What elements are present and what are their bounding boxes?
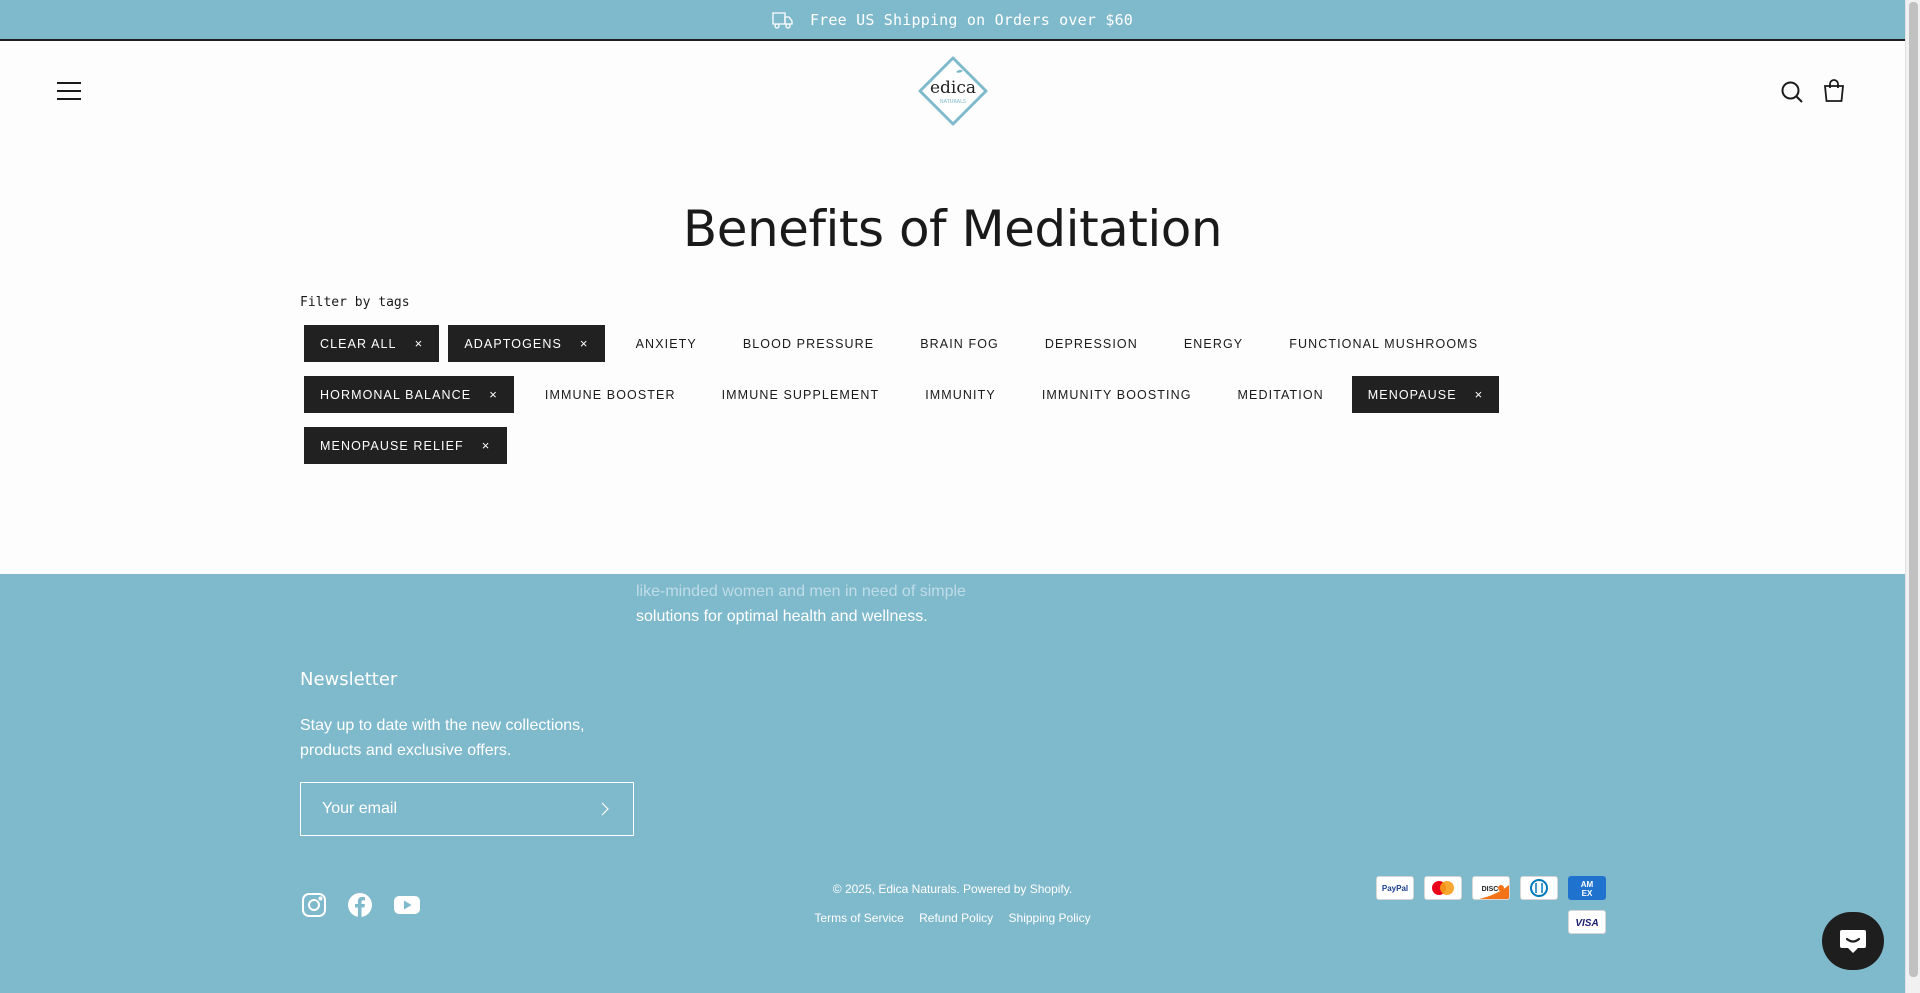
chat-icon (1840, 930, 1866, 953)
discover-icon: DISC (1472, 876, 1510, 900)
tag-brain-fog[interactable]: BRAIN FOG (904, 325, 1015, 362)
svg-text:VISA: VISA (1575, 918, 1598, 929)
bag-icon[interactable] (1822, 79, 1846, 103)
close-icon: × (1474, 387, 1484, 402)
tag-hormonal-balance[interactable]: HORMONAL BALANCE × (304, 376, 514, 413)
copyright: © 2025, Edica Naturals. Powered by Shopi… (832, 882, 1073, 896)
tag-immune-supplement[interactable]: IMMUNE SUPPLEMENT (706, 376, 896, 413)
newsletter-title: Newsletter (300, 669, 398, 690)
visa-icon: VISA (1568, 910, 1606, 934)
svg-text:edica: edica (930, 78, 976, 98)
tag-functional-mushrooms[interactable]: FUNCTIONAL MUSHROOMS (1273, 325, 1494, 362)
tag-row-3: MENOPAUSE RELIEF × (300, 427, 1480, 464)
tag-blood-pressure[interactable]: BLOOD PRESSURE (727, 325, 890, 362)
tag-immunity-boosting[interactable]: IMMUNITY BOOSTING (1026, 376, 1208, 413)
svg-text:DISC: DISC (1482, 886, 1499, 893)
tag-menopause-relief[interactable]: MENOPAUSE RELIEF × (304, 427, 507, 464)
tag-row-2: HORMONAL BALANCE × IMMUNE BOOSTER IMMUNE … (300, 376, 1500, 413)
refund-policy-link[interactable]: Refund Policy (919, 911, 993, 925)
scrollbar[interactable] (1905, 0, 1920, 993)
site-header: edica NATURALS (0, 43, 1905, 140)
chat-button[interactable] (1822, 912, 1884, 970)
tag-filter-list: CLEAR ALL × ADAPTOGENS × ANXIETY BLOOD PRE… (300, 325, 1500, 478)
shipping-policy-link[interactable]: Shipping Policy (1009, 911, 1091, 925)
search-icon[interactable] (1780, 80, 1804, 104)
svg-text:PayPal: PayPal (1382, 884, 1408, 893)
tag-adaptogens[interactable]: ADAPTOGENS × (448, 325, 605, 362)
close-icon: × (414, 336, 424, 351)
newsletter-text: Stay up to date with the new collections… (300, 717, 585, 759)
mastercard-icon (1424, 876, 1462, 900)
tag-menopause[interactable]: MENOPAUSE × (1351, 376, 1500, 413)
svg-text:AM: AM (1581, 880, 1594, 889)
svg-text:EX: EX (1582, 889, 1593, 898)
clear-all-tags-button[interactable]: CLEAR ALL × (304, 325, 440, 362)
tag-immunity[interactable]: IMMUNITY (909, 376, 1012, 413)
site-footer: like-minded women and men in need of sim… (0, 574, 1905, 993)
close-icon: × (489, 387, 498, 402)
tag-depression[interactable]: DEPRESSION (1029, 325, 1154, 362)
svg-text:NATURALS: NATURALS (940, 99, 966, 105)
about-text: like-minded women and men in need of sim… (636, 583, 966, 625)
newsletter-form (300, 782, 634, 836)
close-icon: × (579, 336, 589, 351)
submit-arrow-icon[interactable] (597, 801, 613, 817)
paypal-icon: PayPal (1376, 876, 1414, 900)
scrollbar-thumb[interactable] (1909, 2, 1918, 977)
announcement-bar: Free US Shipping on Orders over $60 (0, 0, 1905, 41)
tag-immune-booster[interactable]: IMMUNE BOOSTER (529, 376, 692, 413)
terms-link[interactable]: Terms of Service (814, 911, 903, 925)
tag-meditation[interactable]: MEDITATION (1222, 376, 1340, 413)
page-title: Benefits of Meditation (682, 200, 1223, 258)
diners-club-icon (1520, 876, 1558, 900)
tag-energy[interactable]: ENERGY (1168, 325, 1259, 362)
tag-row-1: CLEAR ALL × ADAPTOGENS × ANXIETY BLOOD PRE… (300, 325, 1480, 362)
announcement-text: Free US Shipping on Orders over $60 (809, 10, 1134, 29)
tag-anxiety[interactable]: ANXIETY (620, 325, 713, 362)
email-input[interactable] (322, 800, 582, 818)
filter-label: Filter by tags (300, 295, 410, 310)
policy-links: Terms of Service Refund Policy Shipping … (0, 911, 1905, 925)
american-express-icon: AM EX (1568, 876, 1606, 900)
hamburger-icon[interactable] (57, 82, 81, 100)
site-logo[interactable]: edica NATURALS (918, 56, 988, 126)
close-icon: × (481, 438, 491, 453)
truck-icon (772, 11, 793, 29)
